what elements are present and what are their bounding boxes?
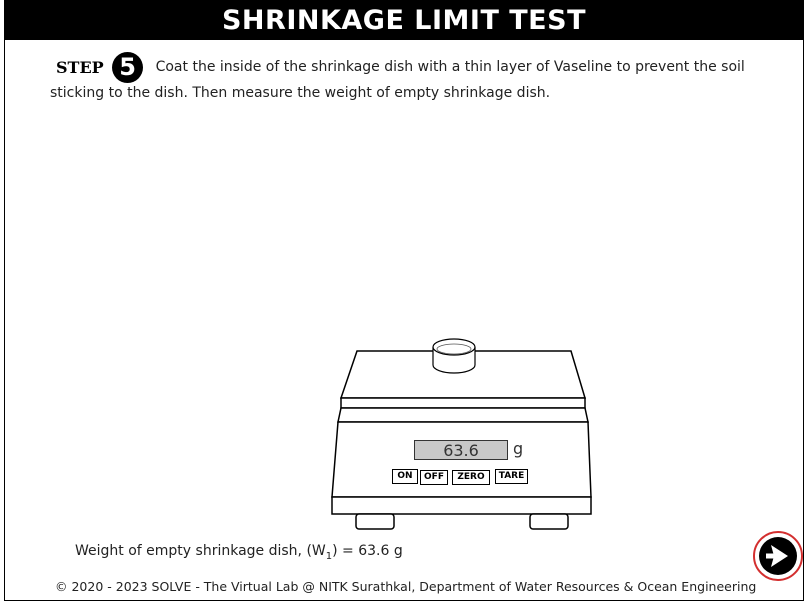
scale-on-button[interactable]: ON (392, 469, 418, 484)
scale-zero-button[interactable]: ZERO (452, 470, 490, 485)
balance-foot-right (529, 513, 569, 530)
next-button[interactable] (752, 530, 804, 582)
balance-foot-left (355, 513, 395, 530)
scale-off-button[interactable]: OFF (420, 470, 448, 485)
weighing-balance (331, 338, 592, 530)
balance-base (331, 496, 592, 515)
next-arrow-icon (753, 531, 803, 581)
balance-pan-edge (340, 397, 586, 409)
footer-copyright: © 2020 - 2023 SOLVE - The Virtual Lab @ … (55, 579, 757, 594)
balance-body-top (337, 407, 589, 423)
page-title: SHRINKAGE LIMIT TEST (5, 1, 803, 40)
weight-result: Weight of empty shrinkage dish, (W1) = 6… (75, 543, 403, 562)
scale-tare-button[interactable]: TARE (495, 469, 528, 484)
weight-result-suffix: ) = 63.6 g (332, 543, 403, 559)
step-instruction: STEP 5 Coat the inside of the shrinkage … (50, 52, 750, 105)
weight-result-prefix: Weight of empty shrinkage dish, (W (75, 543, 326, 559)
step-label: STEP (56, 58, 104, 77)
shrinkage-dish (432, 338, 476, 374)
scale-unit: g (513, 439, 524, 458)
scale-display: 63.6 (414, 440, 508, 460)
step-number-badge: 5 (112, 52, 144, 83)
step-text: Coat the inside of the shrinkage dish wi… (50, 59, 745, 101)
